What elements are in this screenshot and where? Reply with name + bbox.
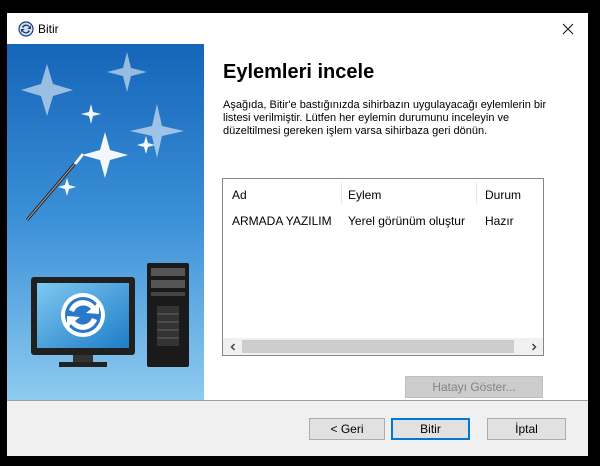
computer-monitor-icon [31,277,135,367]
title-bar: Bitir [7,13,588,44]
wizard-window: Bitir Eylemleri incele Aşağıda, Bitir'e … [7,13,588,456]
back-button[interactable]: < Geri [309,418,385,440]
column-header-durum[interactable]: Durum [485,188,521,202]
column-separator[interactable] [341,182,342,204]
close-icon [562,23,574,34]
list-cell-durum: Hazır [485,214,514,228]
page-description: Aşağıda, Bitir'e bastığınızda sihirbazın… [223,99,547,137]
computer-tower-icon [147,263,189,367]
wizard-banner [7,44,204,400]
show-error-button[interactable]: Hatayı Göster... [405,376,543,398]
footer-divider [7,400,588,401]
actions-list[interactable]: Ad Eylem Durum ARMADA YAZILIM Yerel görü… [222,178,544,356]
content-panel: Eylemleri incele Aşağıda, Bitir'e bastığ… [204,44,588,400]
column-header-ad[interactable]: Ad [232,188,247,202]
scroll-left-icon[interactable] [224,338,241,355]
page-heading: Eylemleri incele [223,61,375,83]
horizontal-scrollbar[interactable] [223,338,543,355]
list-cell-ad: ARMADA YAZILIM [232,214,332,228]
cancel-button[interactable]: İptal [487,418,566,440]
list-cell-eylem: Yerel görünüm oluştur [348,214,465,228]
column-header-eylem[interactable]: Eylem [348,188,381,202]
sync-app-icon [18,21,34,42]
scrollbar-thumb[interactable] [242,340,514,353]
scroll-right-icon[interactable] [525,338,542,355]
window-title: Bitir [38,22,59,36]
column-separator[interactable] [476,182,477,204]
close-button[interactable] [548,13,588,44]
finish-button[interactable]: Bitir [391,418,470,440]
